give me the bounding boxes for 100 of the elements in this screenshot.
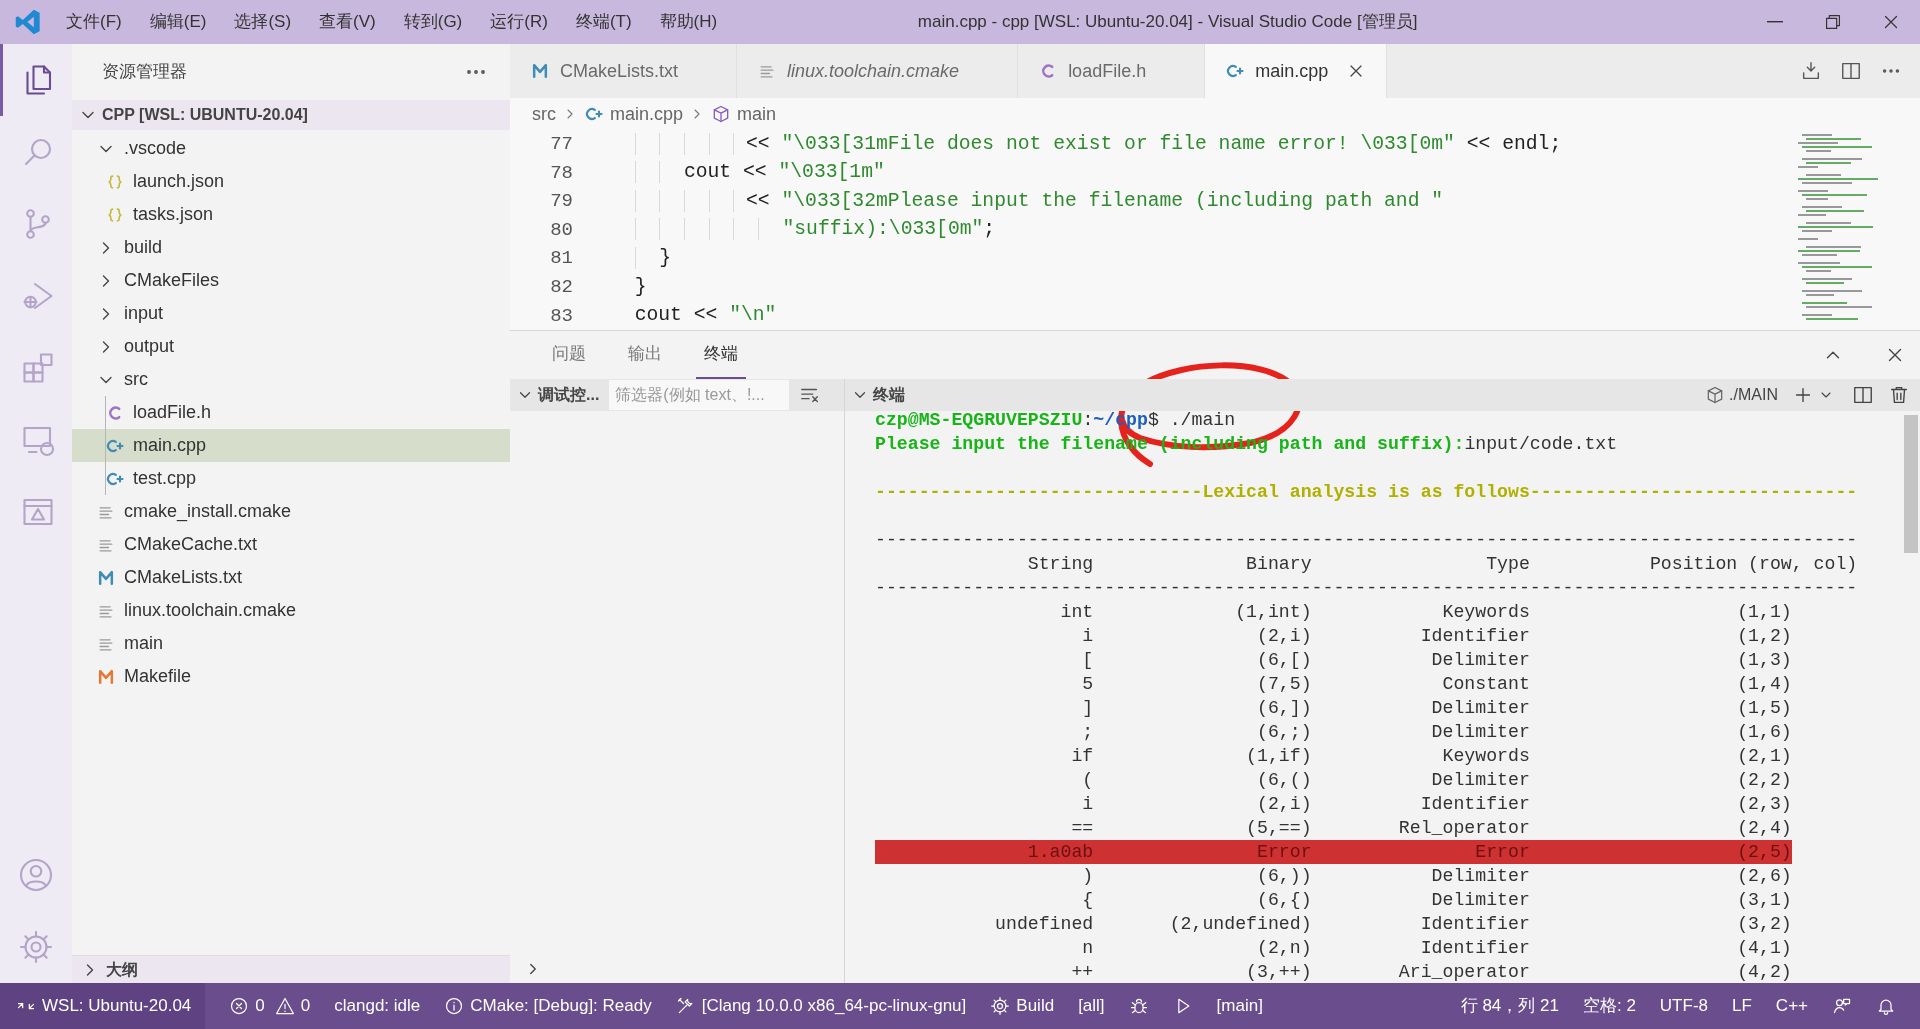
status-item[interactable]: 空格: 2 (1582, 983, 1636, 1029)
column-header: String (1027, 553, 1094, 576)
explorer-root-header[interactable]: CPP [WSL: UBUNTU-20.04] (72, 100, 510, 130)
tree-item[interactable]: launch.json (72, 165, 510, 198)
status-item[interactable]: [main] (1216, 983, 1263, 1029)
table-cell-text: [ (1082, 649, 1094, 672)
code-line: } (633, 274, 647, 300)
menu-item[interactable]: 文件(F) (64, 9, 124, 35)
tree-item[interactable]: cmake_install.cmake (72, 495, 510, 528)
table-cell-text: Delimiter (1431, 889, 1530, 912)
table-cell-text: (2,n) (1257, 937, 1312, 960)
table-cell-text: ) (1082, 865, 1094, 888)
section-title[interactable]: 调试控... (538, 383, 600, 407)
bug-icon (1128, 996, 1149, 1016)
table-cell-text: (4,2) (1737, 961, 1792, 983)
tree-item[interactable]: output (72, 330, 510, 363)
menu-item[interactable]: 选择(S) (232, 9, 294, 35)
status-item[interactable]: [all] (1078, 983, 1105, 1029)
outline-section-header[interactable]: 大纲 (72, 955, 510, 983)
table-cell-text: (1,6) (1737, 721, 1792, 744)
table-cell-text: (2,1) (1737, 745, 1792, 768)
table-cell-text: (1,2) (1737, 625, 1792, 648)
column-header: Binary (1246, 553, 1312, 576)
status-item[interactable]: Build (990, 983, 1055, 1029)
line-number: 78 (549, 160, 573, 186)
table-cell-text: (6,[) (1257, 649, 1312, 672)
tree-item[interactable]: Makefile (72, 660, 510, 693)
status-item[interactable]: UTF-8 (1659, 983, 1708, 1029)
menu-item[interactable]: 查看(V) (317, 9, 378, 35)
menu-item[interactable]: 运行(R) (488, 9, 550, 35)
table-cell-text: Identifier (1420, 793, 1530, 816)
menu-item[interactable]: 终端(T) (573, 9, 634, 35)
table-cell-text: (2,i) (1257, 625, 1312, 648)
tree-item[interactable]: loadFile.h (72, 396, 510, 429)
menu-item[interactable]: 转到(G) (401, 9, 465, 35)
table-cell-text: (2,undefined) (1169, 913, 1312, 936)
table-cell-text: 1.a0ab (1027, 841, 1094, 864)
status-item[interactable]: C++ (1775, 983, 1808, 1029)
tree-item[interactable]: CMakeFiles (72, 264, 510, 297)
table-cell-text: Constant (1442, 673, 1530, 696)
tree-item[interactable]: CMakeLists.txt (72, 561, 510, 594)
tree-item[interactable]: .vscode (72, 132, 510, 165)
tree-item[interactable]: linux.toolchain.cmake (72, 594, 510, 627)
table-cell-text: (6,)) (1257, 865, 1312, 888)
settings-icon (990, 996, 1011, 1016)
table-cell-text: { (1082, 889, 1094, 912)
section-title[interactable]: 终端 (873, 383, 905, 407)
status-item[interactable]: 0 0 (229, 983, 311, 1029)
table-cell-text: ++ (1071, 961, 1094, 983)
tree-item[interactable]: tasks.json (72, 198, 510, 231)
split-editor-icon[interactable] (1840, 60, 1862, 82)
table-cell-text: i (1082, 793, 1094, 816)
tree-item[interactable]: CMakeCache.txt (72, 528, 510, 561)
table-cell-text: (6,() (1257, 769, 1312, 792)
table-cell-text: ( (1082, 769, 1094, 792)
menu-item[interactable]: 编辑(E) (147, 9, 209, 35)
terminal-profile[interactable]: ./MAIN (1705, 383, 1778, 407)
table-cell-text: Identifier (1420, 913, 1530, 936)
table-cell-text: (7,5) (1257, 673, 1312, 696)
table-cell-text: int (1060, 601, 1094, 624)
table-cell-text: (1,1) (1737, 601, 1792, 624)
table-cell-text: (6,]) (1257, 697, 1312, 720)
status-item[interactable]: [Clang 10.0.0 x86_64-pc-linux-gnu] (675, 983, 967, 1029)
split-editor-icon[interactable] (1852, 384, 1874, 406)
filter-field[interactable]: 筛选器(例如 text、!... (609, 380, 790, 410)
table-cell-text: (3,++) (1246, 961, 1312, 983)
trash-icon[interactable] (1888, 384, 1910, 406)
table-cell-text: == (1071, 817, 1094, 840)
editor-tab[interactable]: main.cpp (1205, 44, 1388, 98)
info-icon (444, 996, 465, 1016)
download-tray-icon[interactable] (1800, 60, 1822, 82)
breadcrumb-item[interactable]: src (532, 100, 556, 128)
status-item[interactable]: clangd: idle (334, 983, 421, 1029)
table-cell-text: (2,6) (1737, 865, 1792, 888)
tree-item[interactable]: main (72, 627, 510, 660)
table-cell-text: undefined (995, 913, 1094, 936)
status-item[interactable]: LF (1732, 983, 1752, 1029)
status-item[interactable]: CMake: [Debug]: Ready (444, 983, 652, 1029)
status-item[interactable]: WSL: Ubuntu-20.04 (0, 983, 206, 1029)
status-item[interactable]: 行 84，列 21 (1460, 983, 1559, 1029)
panel-tab[interactable]: 问题 (544, 331, 594, 379)
breadcrumb-item[interactable]: main (711, 100, 777, 128)
table-cell-text: Keywords (1442, 745, 1530, 768)
tree-item[interactable]: input (72, 297, 510, 330)
line-number: 83 (549, 303, 573, 329)
terminal-line: ------------------------------Lexical analysis is as follows------------------------------ (875, 481, 1858, 504)
tree-item[interactable]: main.cpp (72, 429, 510, 462)
column-header: Position (row, col) (1649, 553, 1858, 576)
table-cell-text: Delimiter (1431, 697, 1530, 720)
table-cell-text: (2,2) (1737, 769, 1792, 792)
menu-item[interactable]: 帮助(H) (657, 9, 720, 35)
table-cell-text: (2,i) (1257, 793, 1312, 816)
tree-item[interactable]: src (72, 363, 510, 396)
table-cell-text: (1,3) (1737, 649, 1792, 672)
breadcrumb-item[interactable]: main.cpp (584, 100, 684, 128)
tree-item[interactable]: build (72, 231, 510, 264)
tree-item[interactable]: test.cpp (72, 462, 510, 495)
scrollbar-thumb[interactable] (1904, 415, 1918, 553)
panel-tab[interactable]: 输出 (620, 331, 670, 379)
table-cell-text: if (1071, 745, 1094, 768)
